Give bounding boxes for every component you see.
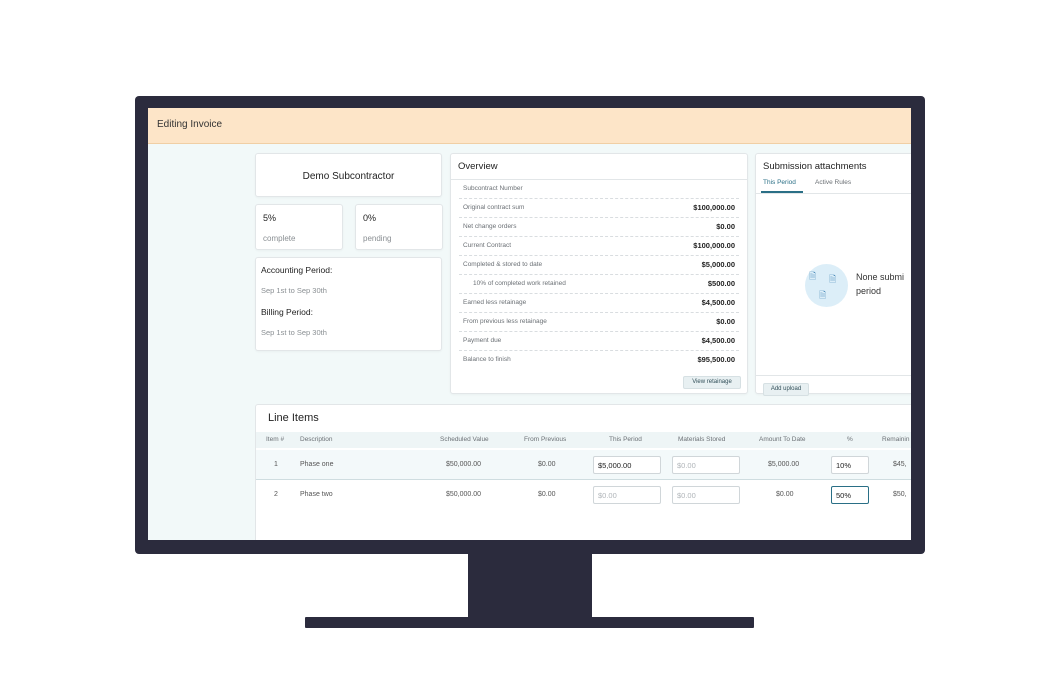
- overview-row-label: Current Contract: [463, 242, 512, 249]
- tab-this-period[interactable]: This Period: [763, 179, 796, 186]
- subcontractor-card: Demo Subcontractor: [255, 153, 442, 197]
- overview-row: Payment due $4,500.00: [459, 332, 739, 351]
- period-card: Accounting Period: Sep 1st to Sep 30th B…: [255, 257, 442, 351]
- complete-label: complete: [263, 234, 296, 243]
- materials-stored-input[interactable]: $0.00: [672, 486, 740, 504]
- amount-to-date: $0.00: [776, 491, 794, 498]
- scheduled-value: $50,000.00: [446, 461, 482, 468]
- column-header: Item #: [266, 436, 285, 443]
- remaining-value: $50,: [893, 491, 907, 498]
- item-description: Phase two: [300, 491, 333, 498]
- column-header: %: [847, 436, 853, 443]
- overview-row: Current Contract $100,000.00: [459, 237, 739, 256]
- overview-row-value: $0.00: [716, 222, 735, 231]
- this-period-input[interactable]: $0.00: [593, 486, 661, 504]
- empty-attachments-message: None submi period: [856, 272, 905, 296]
- column-header: Materials Stored: [678, 436, 726, 443]
- attachments-card: Submission attachments This Period Activ…: [755, 153, 911, 396]
- complete-stat: 5% complete: [255, 204, 343, 250]
- amount-to-date: $5,000.00: [768, 461, 800, 468]
- from-previous: $0.00: [538, 491, 556, 498]
- view-retainage-button[interactable]: View retainage: [683, 376, 741, 389]
- line-items-title: Line Items: [268, 412, 319, 424]
- document-icon: 🗎 🗎 🗎: [805, 264, 848, 307]
- table-header: Item # Description Scheduled Value From …: [256, 432, 911, 448]
- overview-row: Net change orders $0.00: [459, 218, 739, 237]
- divider: [756, 375, 911, 376]
- overview-title: Overview: [458, 161, 498, 172]
- overview-row-value: $95,500.00: [697, 355, 735, 364]
- materials-stored-input[interactable]: $0.00: [672, 456, 740, 474]
- page-header: Editing Invoice: [148, 108, 911, 144]
- overview-row-label: Balance to finish: [463, 356, 511, 363]
- add-upload-button[interactable]: Add upload: [763, 383, 809, 396]
- page-title: Editing Invoice: [157, 119, 223, 130]
- column-header: From Previous: [524, 436, 567, 443]
- line-items-card: Line Items Item # Description Scheduled …: [255, 404, 911, 540]
- overview-row-value: $4,500.00: [701, 298, 735, 307]
- overview-row-value: $100,000.00: [693, 203, 735, 212]
- tab-active-rules[interactable]: Active Rules: [815, 179, 851, 186]
- column-header: Description: [300, 436, 333, 443]
- percent-input[interactable]: 10%: [831, 456, 869, 474]
- overview-row: 10% of completed work retained $500.00: [459, 275, 739, 294]
- this-period-input[interactable]: $5,000.00: [593, 456, 661, 474]
- complete-value: 5%: [263, 213, 277, 223]
- overview-row-value: $5,000.00: [701, 260, 735, 269]
- overview-row: From previous less retainage $0.00: [459, 313, 739, 332]
- overview-row: Subcontract Number: [459, 180, 739, 199]
- overview-row: Original contract sum $100,000.00: [459, 199, 739, 218]
- overview-row-label: 10% of completed work retained: [473, 280, 566, 287]
- app-screen: Editing Invoice Demo Subcontractor 5% co…: [148, 108, 911, 540]
- overview-row-label: Payment due: [463, 337, 502, 344]
- accounting-period-label: Accounting Period:: [261, 265, 333, 275]
- monitor-stand-base: [305, 617, 754, 628]
- subcontractor-name: Demo Subcontractor: [302, 171, 395, 182]
- overview-row: Balance to finish $95,500.00: [459, 351, 739, 370]
- overview-row-value: $0.00: [716, 317, 735, 326]
- divider: [756, 193, 911, 194]
- pending-value: 0%: [363, 213, 377, 223]
- pending-stat: 0% pending: [355, 204, 443, 250]
- item-number: 1: [274, 461, 278, 468]
- attachments-title: Submission attachments: [763, 161, 867, 172]
- column-header: Scheduled Value: [440, 436, 489, 443]
- overview-row: Earned less retainage $4,500.00: [459, 294, 739, 313]
- from-previous: $0.00: [538, 461, 556, 468]
- item-description: Phase one: [300, 461, 334, 468]
- overview-card: Overview Subcontract Number Original con…: [450, 153, 748, 394]
- column-header: Remainin: [882, 436, 910, 443]
- billing-period-value: Sep 1st to Sep 30th: [261, 328, 327, 337]
- pending-label: pending: [363, 234, 392, 243]
- overview-row-value: $500.00: [707, 279, 735, 288]
- scheduled-value: $50,000.00: [446, 491, 482, 498]
- column-header: Amount To Date: [759, 436, 806, 443]
- overview-row-label: Original contract sum: [463, 204, 525, 211]
- overview-row: Completed & stored to date $5,000.00: [459, 256, 739, 275]
- overview-row-label: Subcontract Number: [463, 185, 523, 192]
- table-row: 1 Phase one $50,000.00 $0.00 $5,000.00 $…: [256, 450, 911, 480]
- overview-row-value: $4,500.00: [701, 336, 735, 345]
- column-header: This Period: [609, 436, 642, 443]
- percent-input[interactable]: 50%: [831, 486, 869, 504]
- table-row: 2 Phase two $50,000.00 $0.00 $0.00 $0.00…: [256, 480, 911, 510]
- accounting-period-value: Sep 1st to Sep 30th: [261, 286, 327, 295]
- overview-row-label: From previous less retainage: [463, 318, 547, 325]
- remaining-value: $45,: [893, 461, 907, 468]
- monitor-stand-neck: [468, 554, 592, 618]
- overview-row-label: Net change orders: [463, 223, 517, 230]
- overview-row-label: Completed & stored to date: [463, 261, 543, 268]
- overview-row-label: Earned less retainage: [463, 299, 527, 306]
- item-number: 2: [274, 491, 278, 498]
- overview-row-value: $100,000.00: [693, 241, 735, 250]
- billing-period-label: Billing Period:: [261, 307, 313, 317]
